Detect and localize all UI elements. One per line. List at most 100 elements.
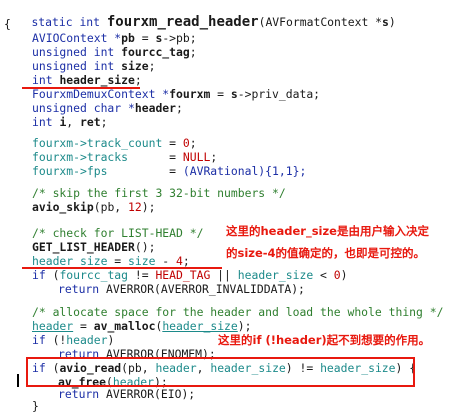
code-token: (AVFormatContext *	[258, 15, 383, 29]
annotation-text: 这里的header_size是由用户输入决定	[226, 224, 429, 238]
code-line-header-size-decl: int header_size;	[32, 73, 142, 87]
annotation-text: 的size-4的值确定的，也即是可控的。	[226, 246, 426, 260]
code-token: fourcc_tag	[59, 268, 129, 282]
code-token: size	[121, 59, 149, 73]
code-token: int	[32, 73, 60, 87]
code-token: avio_skip	[32, 200, 94, 214]
code-token: static int	[31, 15, 107, 29]
code-token: ||	[210, 268, 238, 282]
code-line: GET_LIST_HEADER();	[32, 240, 155, 254]
red-underline-header-size-decl	[22, 87, 140, 89]
code-token: AVERROR_INVALIDDATA	[160, 282, 292, 296]
code-token: =	[169, 150, 183, 164]
code-token: s	[230, 87, 238, 101]
code-comment: /* allocate space for the header and loa…	[32, 305, 444, 319]
code-token: ,	[66, 115, 81, 129]
code-token: s	[382, 15, 389, 29]
code-token: ();	[134, 240, 156, 254]
code-token: fourxm->fps	[32, 164, 170, 178]
code-line: fourxm->fps = (AVRational){1,1};	[32, 164, 306, 178]
code-token: ;	[182, 254, 190, 268]
code-token: =	[107, 254, 129, 268]
code-token: ;	[189, 45, 197, 59]
code-token: ret	[80, 115, 101, 129]
code-token: )	[388, 15, 396, 29]
code-line: fourxm->tracks = NULL;	[32, 150, 217, 164]
code-token: fourxm->track_count	[32, 136, 170, 150]
code-line: {	[4, 17, 11, 31]
code-token: return	[58, 282, 107, 296]
code-token: (AVRational){1,1};	[182, 164, 307, 178]
code-line: avio_skip(pb, 12);	[32, 200, 155, 214]
code-token: )	[107, 333, 115, 347]
code-comment: /* check for LIST-HEAD */	[32, 226, 204, 240]
code-token: (	[45, 268, 60, 282]
code-comment: /* skip the first 3 32-bit numbers */	[32, 186, 286, 200]
code-token: header_size	[32, 254, 108, 268]
code-token: int	[32, 115, 60, 129]
code-token: 0	[182, 136, 190, 150]
code-token: );	[291, 282, 305, 296]
red-highlight-box	[26, 357, 415, 387]
code-token: ;	[176, 101, 183, 115]
code-line: }	[32, 399, 39, 413]
code-token: header_size	[237, 268, 314, 282]
code-line: int i, ret;	[32, 115, 107, 129]
code-token: =	[134, 31, 156, 45]
code-token: NULL	[182, 150, 211, 164]
code-token: return	[58, 387, 107, 401]
code-line: AVIOContext *pb = s->pb;	[32, 31, 197, 45]
code-token: ->priv_data;	[237, 87, 321, 101]
code-token: 0	[333, 268, 341, 282]
code-token: header	[66, 333, 108, 347]
code-token: AVIOContext *	[32, 31, 122, 45]
code-token: ;	[100, 115, 108, 129]
code-token: header_size	[59, 73, 135, 87]
code-line: fourxm->track_count = 0;	[32, 136, 197, 150]
close-brace: }	[32, 399, 39, 413]
code-token: size	[128, 254, 156, 268]
code-token: =	[73, 319, 94, 333]
code-token: fourxm->tracks	[32, 150, 170, 164]
text-cursor	[17, 374, 19, 387]
code-line: FourxmDemuxContext *fourxm = s->priv_dat…	[32, 87, 320, 101]
code-line: return AVERROR(AVERROR_INVALIDDATA);	[58, 282, 305, 296]
function-name: fourxm_read_header	[106, 14, 259, 30]
code-token: GET_LIST_HEADER	[32, 240, 135, 254]
code-token: ;	[134, 73, 142, 87]
code-token: AVERROR(	[106, 282, 161, 296]
code-token: ->pb;	[162, 31, 197, 45]
code-token: if	[32, 268, 46, 282]
code-token: pb	[121, 31, 135, 45]
code-line-malloc: header = av_malloc(header_size);	[32, 319, 251, 333]
code-token: 12	[128, 200, 142, 214]
code-line-null-check: if (!header)	[32, 333, 114, 347]
code-token: ;	[189, 136, 197, 150]
code-token: )	[340, 268, 348, 282]
code-token: header_size	[162, 319, 238, 333]
code-token: <	[313, 268, 334, 282]
code-token: AVERROR(EIO);	[106, 387, 196, 401]
code-token: !=	[128, 268, 156, 282]
code-token: =	[169, 164, 183, 178]
code-line: unsigned char *header;	[32, 101, 183, 115]
code-line-header-size-assign: header_size = size - 4;	[32, 254, 190, 268]
code-token: fourcc_tag	[121, 45, 190, 59]
code-token: fourxm	[169, 87, 211, 101]
red-underline-header-size-assign	[22, 267, 222, 269]
code-line: if (fourcc_tag != HEAD_TAG || header_siz…	[32, 268, 348, 282]
code-token: (!	[45, 333, 67, 347]
open-brace: {	[4, 17, 11, 31]
code-token: header	[32, 319, 74, 333]
code-token: =	[169, 136, 183, 150]
code-line-function-signature: static int fourxm_read_header(AVFormatCo…	[4, 1, 395, 29]
code-token: ;	[148, 59, 156, 73]
code-token: HEAD_TAG	[155, 268, 211, 282]
code-editor[interactable]: static int fourxm_read_header(AVFormatCo…	[0, 0, 455, 414]
code-token: ;	[210, 150, 218, 164]
code-token: unsigned int	[32, 45, 122, 59]
code-token: unsigned char *	[32, 101, 135, 115]
code-token: -	[155, 254, 177, 268]
code-token: );	[141, 200, 156, 214]
code-token: unsigned int	[32, 59, 122, 73]
